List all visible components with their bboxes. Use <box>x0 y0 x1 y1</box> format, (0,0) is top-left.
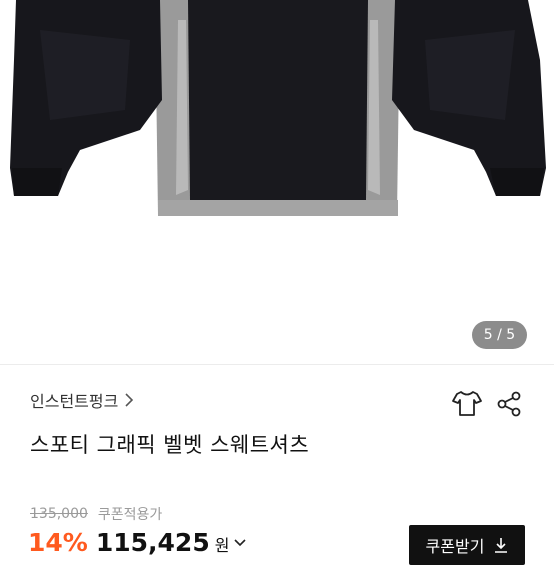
coupon-download-button[interactable]: 쿠폰받기 <box>409 525 525 565</box>
brand-link[interactable]: 인스턴트펑크 <box>30 388 134 412</box>
sale-price-row[interactable]: 14% 115,425 원 <box>28 528 247 557</box>
chevron-right-icon <box>125 393 134 407</box>
product-image-gallery[interactable]: 5 / 5 <box>0 0 554 364</box>
sale-price: 115,425 <box>95 528 210 557</box>
page-indicator: 5 / 5 <box>472 321 527 349</box>
chevron-down-icon[interactable] <box>233 538 247 548</box>
product-title: 스포티 그래픽 벨벳 스웨트셔츠 <box>30 433 310 457</box>
original-price: 135,000 <box>30 506 88 522</box>
product-image <box>10 0 546 216</box>
brand-name: 인스턴트펑크 <box>30 392 119 411</box>
tshirt-size-icon[interactable] <box>451 389 483 419</box>
download-icon <box>495 538 508 553</box>
discount-rate: 14% <box>28 528 88 557</box>
price-info-row: 135,000 쿠폰적용가 <box>30 504 162 524</box>
share-icon[interactable] <box>495 390 523 418</box>
coupon-button-label: 쿠폰받기 <box>425 537 485 556</box>
divider <box>0 364 554 365</box>
coupon-price-label: 쿠폰적용가 <box>97 507 163 523</box>
currency-unit: 원 <box>214 536 230 555</box>
